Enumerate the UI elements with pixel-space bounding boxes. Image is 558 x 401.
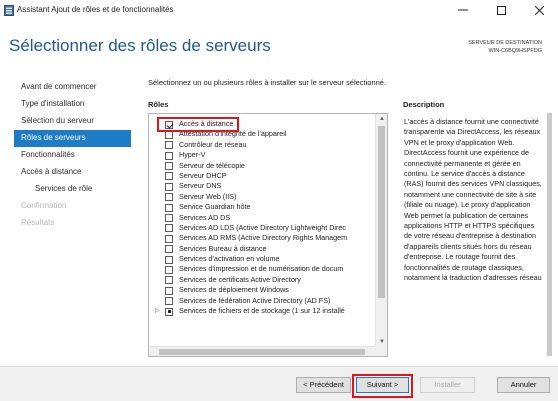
nav-item-results: Résultats bbox=[21, 218, 55, 227]
role-checkbox[interactable] bbox=[165, 307, 173, 316]
nav-item-installation-type[interactable]: Type d'installation bbox=[14, 96, 131, 113]
role-checkbox[interactable] bbox=[165, 265, 173, 274]
role-checkbox[interactable] bbox=[165, 224, 173, 233]
wizard-steps-nav: Avant de commencer Type d'installation S… bbox=[14, 79, 131, 232]
role-item[interactable]: ▷ Services de fichiers et de stockage (1 … bbox=[149, 306, 375, 316]
role-item[interactable]: Contrôleur de réseau bbox=[149, 140, 375, 150]
role-label: Services de fédération Active Directory … bbox=[179, 295, 331, 305]
role-item[interactable]: Service Guardian hôte bbox=[149, 202, 375, 212]
nav-item-server-selection[interactable]: Sélection du serveur bbox=[14, 113, 131, 130]
nav-item-server-roles[interactable]: Rôles de serveurs bbox=[14, 130, 131, 147]
role-item[interactable]: Hyper-V bbox=[149, 150, 375, 160]
previous-button[interactable]: < Précédent bbox=[296, 377, 351, 393]
page-title: Sélectionner des rôles de serveurs bbox=[9, 36, 271, 55]
role-checkbox[interactable] bbox=[165, 141, 173, 150]
minimize-button[interactable] bbox=[446, 0, 480, 20]
title-bar: Assistant Ajout de rôles et de fonctionn… bbox=[0, 0, 558, 22]
nav-item-confirmation: Confirmation bbox=[21, 201, 67, 210]
description-scrollbar[interactable] bbox=[547, 113, 553, 357]
role-item[interactable]: Services Bureau à distance bbox=[149, 244, 375, 254]
role-checkbox[interactable] bbox=[165, 193, 173, 202]
close-icon bbox=[534, 5, 544, 15]
role-label: Services de fichiers et de stockage (1 s… bbox=[179, 306, 345, 316]
role-checkbox[interactable] bbox=[165, 255, 173, 264]
server-manager-icon bbox=[4, 5, 14, 16]
role-label: Hyper-V bbox=[179, 150, 206, 160]
description-scroll-thumb[interactable] bbox=[547, 113, 552, 356]
role-label: Services d'impression et de numérisation… bbox=[179, 264, 344, 274]
role-item[interactable]: Services AD DS bbox=[149, 213, 375, 223]
install-button: Installer bbox=[420, 377, 475, 393]
role-label: Contrôleur de réseau bbox=[179, 139, 247, 149]
maximize-icon bbox=[496, 5, 506, 15]
role-label: Serveur de télécopie bbox=[179, 160, 245, 170]
destination-server-name: WIN-C6BQ9HSPFDG bbox=[488, 48, 542, 54]
next-button-highlight bbox=[352, 374, 413, 398]
role-checkbox[interactable] bbox=[165, 234, 173, 243]
role-checkbox[interactable] bbox=[165, 151, 173, 160]
role-item[interactable]: Services d'activation en volume bbox=[149, 254, 375, 264]
scroll-up-arrow-icon[interactable]: ▲ bbox=[376, 114, 387, 124]
nav-item-before-you-begin[interactable]: Avant de commencer bbox=[14, 79, 131, 96]
role-label: Serveur DNS bbox=[179, 181, 222, 191]
role-checkbox[interactable] bbox=[165, 162, 173, 171]
role-label: Services de déploiement Windows bbox=[179, 285, 289, 295]
role-label: Service Guardian hôte bbox=[179, 202, 251, 212]
role-item[interactable]: Serveur DNS bbox=[149, 181, 375, 191]
role-checkbox[interactable] bbox=[165, 203, 173, 212]
role-item[interactable]: Services AD RMS (Active Directory Rights… bbox=[149, 233, 375, 243]
maximize-button[interactable] bbox=[484, 0, 518, 20]
roles-vertical-scrollbar[interactable]: ▲ ▼ bbox=[375, 114, 387, 347]
scrollbar-corner bbox=[375, 346, 387, 356]
role-checkbox[interactable] bbox=[165, 245, 173, 254]
close-button[interactable] bbox=[522, 0, 556, 20]
role-label: Serveur DHCP bbox=[179, 170, 227, 180]
expand-arrow-icon[interactable]: ▷ bbox=[155, 306, 160, 316]
role-item[interactable]: Services d'impression et de numérisation… bbox=[149, 264, 375, 274]
role-item[interactable]: Services de fédération Active Directory … bbox=[149, 296, 375, 306]
remote-access-highlight bbox=[157, 117, 239, 132]
role-description: L'accès à distance fournit une connectiv… bbox=[404, 117, 542, 283]
role-checkbox[interactable] bbox=[165, 172, 173, 181]
role-label: Services de certificats Active Directory bbox=[179, 274, 301, 284]
nav-item-remote-access[interactable]: Accès à distance bbox=[14, 164, 131, 181]
minimize-icon bbox=[458, 9, 468, 11]
role-label: Services d'activation en volume bbox=[179, 254, 280, 264]
roles-horizontal-scrollbar[interactable] bbox=[149, 346, 387, 356]
roles-h-scroll-thumb[interactable] bbox=[159, 349, 365, 355]
role-checkbox[interactable] bbox=[165, 182, 173, 191]
instructions-text: Sélectionnez un ou plusieurs rôles à ins… bbox=[148, 78, 387, 87]
destination-server-label: SERVEUR DE DESTINATION bbox=[468, 40, 542, 46]
window-title: Assistant Ajout de rôles et de fonctionn… bbox=[17, 5, 174, 14]
role-item[interactable]: Serveur Web (IIS) bbox=[149, 192, 375, 202]
nav-item-role-services[interactable]: Services de rôle bbox=[14, 181, 131, 198]
role-label: Serveur Web (IIS) bbox=[179, 191, 237, 201]
role-label: Services AD LDS (Active Directory Lightw… bbox=[179, 222, 346, 232]
roles-heading: Rôles bbox=[148, 100, 169, 109]
role-label: Services AD RMS (Active Directory Rights… bbox=[179, 233, 348, 243]
role-checkbox[interactable] bbox=[165, 130, 173, 139]
role-item[interactable]: Services de déploiement Windows bbox=[149, 285, 375, 295]
role-item[interactable]: Serveur de télécopie bbox=[149, 161, 375, 171]
role-checkbox[interactable] bbox=[165, 286, 173, 295]
nav-item-features[interactable]: Fonctionnalités bbox=[14, 147, 131, 164]
role-item[interactable]: Services AD LDS (Active Directory Lightw… bbox=[149, 223, 375, 233]
cancel-button[interactable]: Annuler bbox=[497, 377, 550, 393]
role-label: Services AD DS bbox=[179, 212, 231, 222]
role-checkbox[interactable] bbox=[165, 297, 173, 306]
roles-scroll-thumb[interactable] bbox=[378, 126, 385, 298]
roles-list-box: Accès à distance Attestation d'intégrité … bbox=[148, 113, 388, 357]
description-heading: Description bbox=[403, 100, 445, 109]
role-item[interactable]: Serveur DHCP bbox=[149, 171, 375, 181]
roles-list: Accès à distance Attestation d'intégrité … bbox=[149, 119, 375, 316]
role-checkbox[interactable] bbox=[165, 214, 173, 223]
role-item[interactable]: Services de certificats Active Directory bbox=[149, 275, 375, 285]
role-label: Services Bureau à distance bbox=[179, 243, 267, 253]
role-checkbox[interactable] bbox=[165, 276, 173, 285]
